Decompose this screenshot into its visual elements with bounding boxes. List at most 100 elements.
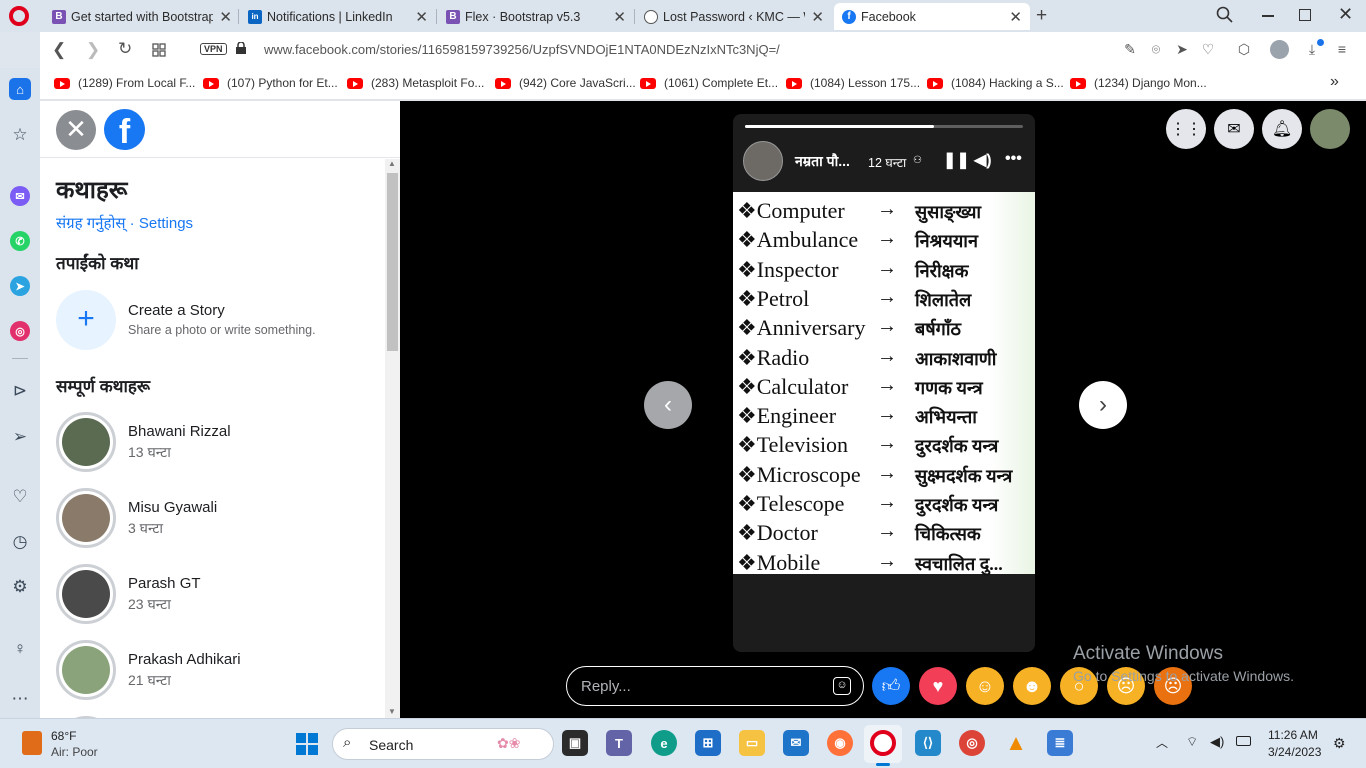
extensions-cube-icon[interactable]: ⬡ bbox=[1236, 41, 1252, 57]
tab-bootstrap-getstarted[interactable]: B Get started with Bootstrap ✕ bbox=[44, 3, 240, 30]
heart-icon[interactable]: ♡ bbox=[1200, 41, 1216, 57]
messenger-icon[interactable]: ✉ bbox=[1214, 109, 1254, 149]
instagram-icon[interactable]: ◎ bbox=[10, 321, 30, 341]
close-tab-icon[interactable]: ✕ bbox=[415, 8, 428, 26]
url-field[interactable]: www.facebook.com/stories/116598159739256… bbox=[264, 42, 780, 57]
close-tab-icon[interactable]: ✕ bbox=[613, 8, 626, 26]
bookmark-item[interactable]: (1289) From Local F... bbox=[54, 76, 195, 90]
lock-icon[interactable] bbox=[236, 41, 246, 54]
bookmark-item[interactable]: (107) Python for Et... bbox=[203, 76, 338, 90]
bookmark-item[interactable]: (283) Metasploit Fo... bbox=[347, 76, 484, 90]
story-list-item[interactable]: Prakash Adhikari 21 घन्टा bbox=[56, 640, 376, 702]
care-icon[interactable]: ☺ bbox=[966, 667, 1004, 705]
scrollbar-thumb[interactable] bbox=[387, 173, 398, 351]
file-explorer-icon[interactable]: ▭ bbox=[739, 730, 765, 756]
clock-time[interactable]: 11:26 AM bbox=[1268, 728, 1318, 742]
sticker-icon[interactable]: ☺ bbox=[833, 677, 851, 695]
clock-date[interactable]: 3/24/2023 bbox=[1268, 745, 1321, 759]
profile-avatar-icon[interactable] bbox=[1270, 40, 1289, 59]
chrome-icon[interactable]: ◎ bbox=[959, 730, 985, 756]
lightbulb-icon[interactable]: ♀ bbox=[9, 638, 31, 660]
store-icon[interactable]: ⊞ bbox=[695, 730, 721, 756]
restore-icon[interactable] bbox=[1299, 9, 1311, 21]
story-list-item[interactable]: Parash GT 23 घन्टा bbox=[56, 564, 376, 626]
notepad-icon[interactable]: ≣ bbox=[1047, 730, 1073, 756]
scroll-up-icon[interactable]: ▲ bbox=[388, 159, 396, 168]
bookmark-item[interactable]: (1234) Django Mon... bbox=[1070, 76, 1207, 90]
story-author[interactable]: नम्रता पौ... bbox=[795, 152, 850, 171]
opera-icon[interactable] bbox=[870, 730, 896, 756]
reload-icon[interactable]: ↻ bbox=[118, 39, 132, 59]
close-tab-icon[interactable]: ✕ bbox=[1009, 8, 1022, 26]
vlc-icon[interactable]: ▲ bbox=[1003, 730, 1029, 756]
tab-facebook[interactable]: f Facebook ✕ bbox=[834, 3, 1030, 30]
create-story-plus-icon[interactable]: + bbox=[56, 290, 116, 350]
heart-icon[interactable]: ♡ bbox=[9, 486, 31, 508]
haha-icon[interactable]: ☻ bbox=[1013, 667, 1051, 705]
send-icon[interactable]: ➢ bbox=[9, 426, 31, 448]
volume-icon[interactable]: ◀) bbox=[974, 150, 992, 170]
taskbar-search[interactable]: ⌕ Search ✿❀ bbox=[332, 728, 554, 760]
create-story-title[interactable]: Create a Story bbox=[128, 302, 225, 319]
notification-center-icon[interactable]: ⚙ bbox=[1333, 735, 1346, 752]
story-list-item[interactable]: Bhawani Rizzal 13 घन्टा bbox=[56, 412, 376, 474]
back-icon[interactable]: ❮ bbox=[52, 40, 66, 60]
teams-icon[interactable]: T bbox=[606, 730, 632, 756]
close-tab-icon[interactable]: ✕ bbox=[219, 8, 232, 26]
temperature[interactable]: 68°F bbox=[51, 729, 76, 743]
previous-story-icon[interactable]: ‹ bbox=[644, 381, 692, 429]
edge-icon[interactable]: e bbox=[651, 730, 677, 756]
tray-overflow-icon[interactable]: ︿ bbox=[1156, 734, 1168, 751]
bookmarks-more-button[interactable]: » bbox=[1330, 73, 1339, 91]
minimize-icon[interactable] bbox=[1262, 15, 1274, 17]
bookmark-item[interactable]: (942) Core JavaScri... bbox=[495, 76, 636, 90]
like-icon[interactable]: 👍︎ bbox=[872, 667, 910, 705]
mail-icon[interactable]: ✉ bbox=[783, 730, 809, 756]
whatsapp-icon[interactable]: ✆ bbox=[10, 231, 30, 251]
close-window-icon[interactable]: ✕ bbox=[1338, 4, 1353, 25]
tab-linkedin[interactable]: in Notifications | LinkedIn ✕ bbox=[240, 3, 436, 30]
telegram-icon[interactable]: ➤ bbox=[10, 276, 30, 296]
opera-logo-icon[interactable] bbox=[9, 6, 29, 26]
menu-grid-icon[interactable]: ⋮⋮ bbox=[1166, 109, 1206, 149]
bookmark-item[interactable]: (1061) Complete Et... bbox=[640, 76, 778, 90]
reply-input[interactable]: Reply... ☺ bbox=[566, 666, 864, 706]
tab-search-icon[interactable] bbox=[1216, 6, 1234, 24]
speed-dial-icon[interactable] bbox=[152, 43, 166, 57]
love-icon[interactable]: ♥ bbox=[919, 667, 957, 705]
firefox-icon[interactable]: ◉ bbox=[827, 730, 853, 756]
battery-icon[interactable] bbox=[1236, 736, 1251, 746]
more-options-icon[interactable]: ••• bbox=[1005, 150, 1022, 168]
speaker-icon[interactable]: ◀) bbox=[1210, 734, 1224, 750]
close-icon[interactable]: ✕ bbox=[56, 110, 96, 150]
archive-link[interactable]: संग्रह गर्नुहोस् bbox=[56, 215, 126, 232]
bookmark-item[interactable]: (1084) Hacking a S... bbox=[927, 76, 1064, 90]
messenger-icon[interactable]: ✉ bbox=[10, 186, 30, 206]
history-icon[interactable]: ◷ bbox=[9, 531, 31, 553]
settings-link[interactable]: Settings bbox=[139, 215, 193, 232]
task-view-icon[interactable]: ▣ bbox=[562, 730, 588, 756]
facebook-logo-icon[interactable]: f bbox=[104, 109, 145, 150]
forward-icon[interactable]: ❯ bbox=[86, 40, 100, 60]
tab-bootstrap-flex[interactable]: B Flex · Bootstrap v5.3 ✕ bbox=[438, 3, 634, 30]
edit-icon[interactable]: ✎ bbox=[1122, 41, 1138, 57]
avatar[interactable] bbox=[743, 141, 783, 181]
avatar[interactable] bbox=[1310, 109, 1350, 149]
wifi-icon[interactable]: ⌔ bbox=[1186, 734, 1198, 750]
star-icon[interactable]: ☆ bbox=[9, 124, 31, 146]
pause-icon[interactable]: ❚❚ bbox=[943, 150, 970, 170]
menu-icon[interactable]: ≡ bbox=[1334, 41, 1350, 57]
scroll-down-icon[interactable]: ▼ bbox=[388, 707, 396, 716]
home-icon[interactable]: ⌂ bbox=[9, 78, 31, 100]
vscode-icon[interactable]: ⟨⟩ bbox=[915, 730, 941, 756]
player-icon[interactable]: ⊳ bbox=[9, 380, 31, 402]
bookmark-item[interactable]: (1084) Lesson 175... bbox=[786, 76, 920, 90]
new-tab-button[interactable]: + bbox=[1036, 5, 1047, 27]
story-list-item[interactable]: Misu Gyawali 3 घन्टा bbox=[56, 488, 376, 550]
vpn-badge[interactable]: VPN bbox=[200, 43, 227, 55]
camera-icon[interactable]: ⌾ bbox=[1148, 41, 1164, 57]
send-icon[interactable]: ➤ bbox=[1174, 41, 1190, 57]
settings-gear-icon[interactable]: ⚙ bbox=[9, 576, 31, 598]
tab-lost-password[interactable]: Lost Password ‹ KMC — We ✕ bbox=[636, 3, 832, 30]
windows-start-icon[interactable] bbox=[296, 733, 318, 755]
